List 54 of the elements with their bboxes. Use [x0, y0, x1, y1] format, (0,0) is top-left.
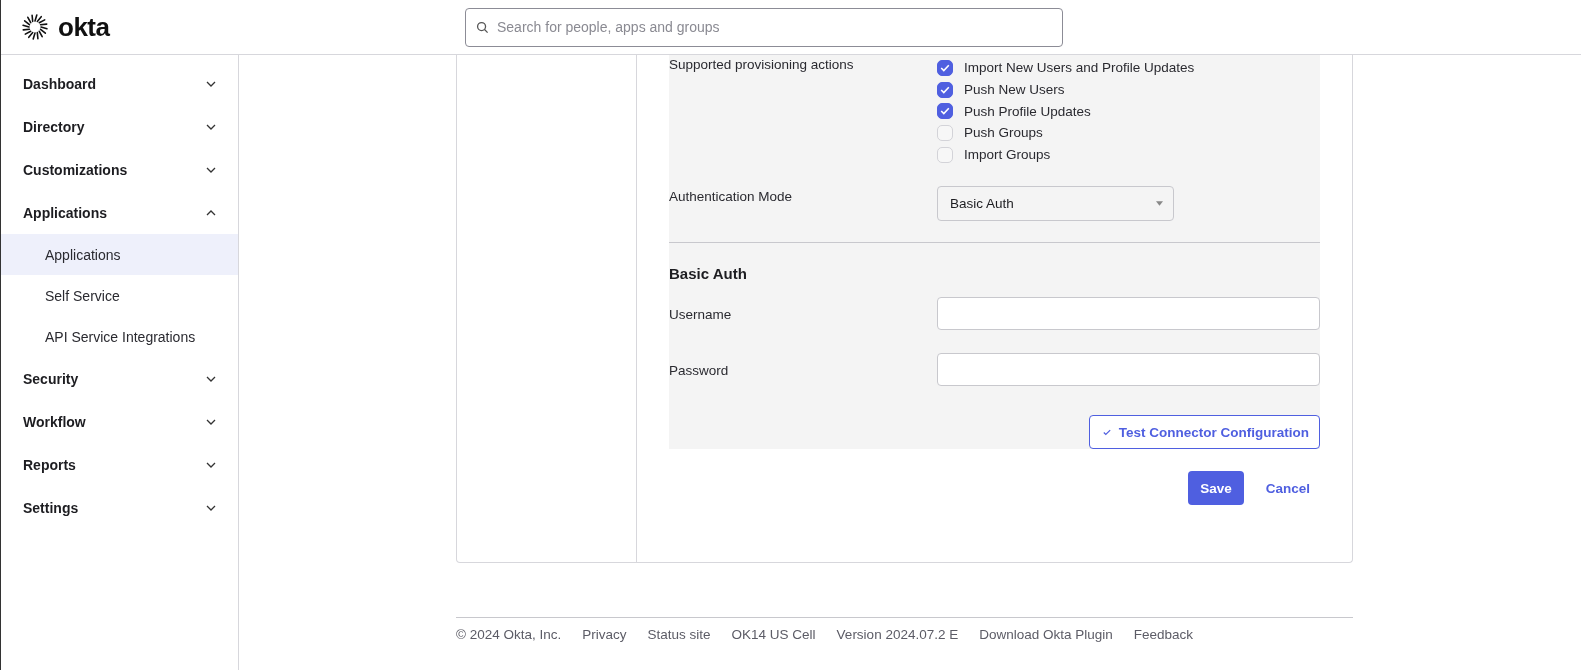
checkbox[interactable]: [937, 59, 953, 76]
checkbox[interactable]: [937, 81, 953, 98]
sidebar-item[interactable]: Directory: [1, 105, 238, 148]
sidebar-item[interactable]: Security: [1, 357, 238, 400]
sidebar-subitem[interactable]: Applications: [1, 234, 238, 275]
logo-text: okta: [58, 11, 110, 43]
input-field[interactable]: [937, 353, 1320, 387]
sidebar-item[interactable]: Applications: [1, 191, 238, 234]
chevron-down-icon: [206, 504, 216, 511]
authentication-mode-dropdown[interactable]: Basic Auth: [937, 186, 1174, 222]
sidebar-item[interactable]: Customizations: [1, 148, 238, 191]
checkmark-icon: [940, 63, 950, 72]
search-icon: [476, 20, 489, 34]
sidebar-subitem[interactable]: API Service Integrations: [1, 316, 238, 357]
chevron-up-icon: [206, 209, 216, 216]
sidebar-item[interactable]: Workflow: [1, 400, 238, 443]
footer-link[interactable]: Privacy: [582, 627, 627, 642]
chevron-down-icon: [206, 166, 216, 173]
section-heading: Basic Auth: [669, 264, 748, 285]
footer-link[interactable]: Download Okta Plugin: [979, 627, 1113, 642]
field-label: Authentication Mode: [669, 188, 794, 207]
checkmark-icon: [1102, 428, 1111, 436]
field-label: Password: [669, 362, 730, 381]
footer-link[interactable]: Status site: [647, 627, 711, 642]
sidebar-subitem[interactable]: Self Service: [1, 275, 238, 316]
footer-link[interactable]: OK14 US Cell: [731, 627, 816, 642]
chevron-down-icon: [206, 461, 216, 468]
chevron-down-icon: [206, 418, 216, 425]
test-connector-button[interactable]: Test Connector Configuration: [1088, 415, 1320, 450]
field-label: Username: [669, 306, 733, 325]
sidebar-item[interactable]: Reports: [1, 443, 238, 486]
chevron-down-icon: [206, 123, 216, 130]
chevron-down-icon: [206, 80, 216, 87]
checkbox-label: Import Groups: [964, 147, 1051, 163]
footer-link[interactable]: Feedback: [1133, 627, 1194, 642]
cancel-button[interactable]: Cancel: [1255, 471, 1320, 506]
footer-link[interactable]: Version 2024.07.2 E: [836, 627, 959, 642]
checkbox-label: Import New Users and Profile Updates: [964, 60, 1195, 76]
sunburst-logo-icon: [22, 14, 48, 40]
save-button[interactable]: Save: [1188, 471, 1244, 506]
input-field[interactable]: [937, 297, 1320, 331]
search-field[interactable]: Search for people, apps and groups: [465, 7, 1063, 47]
copyright-text: © 2024 Okta, Inc.: [456, 627, 562, 642]
checkbox-label: Push Profile Updates: [964, 103, 1091, 119]
checkbox[interactable]: [937, 103, 953, 120]
field-label: Supported provisioning actions: [669, 57, 855, 74]
checkmark-icon: [940, 85, 950, 94]
checkbox-label: Push New Users: [964, 82, 1065, 98]
checkbox-label: Push Groups: [964, 125, 1043, 141]
checkmark-icon: [940, 107, 950, 116]
chevron-down-icon: [206, 375, 216, 382]
sidebar-item[interactable]: Dashboard: [1, 62, 238, 105]
sidebar-item[interactable]: Settings: [1, 486, 238, 529]
caret-icon: [1156, 201, 1163, 207]
